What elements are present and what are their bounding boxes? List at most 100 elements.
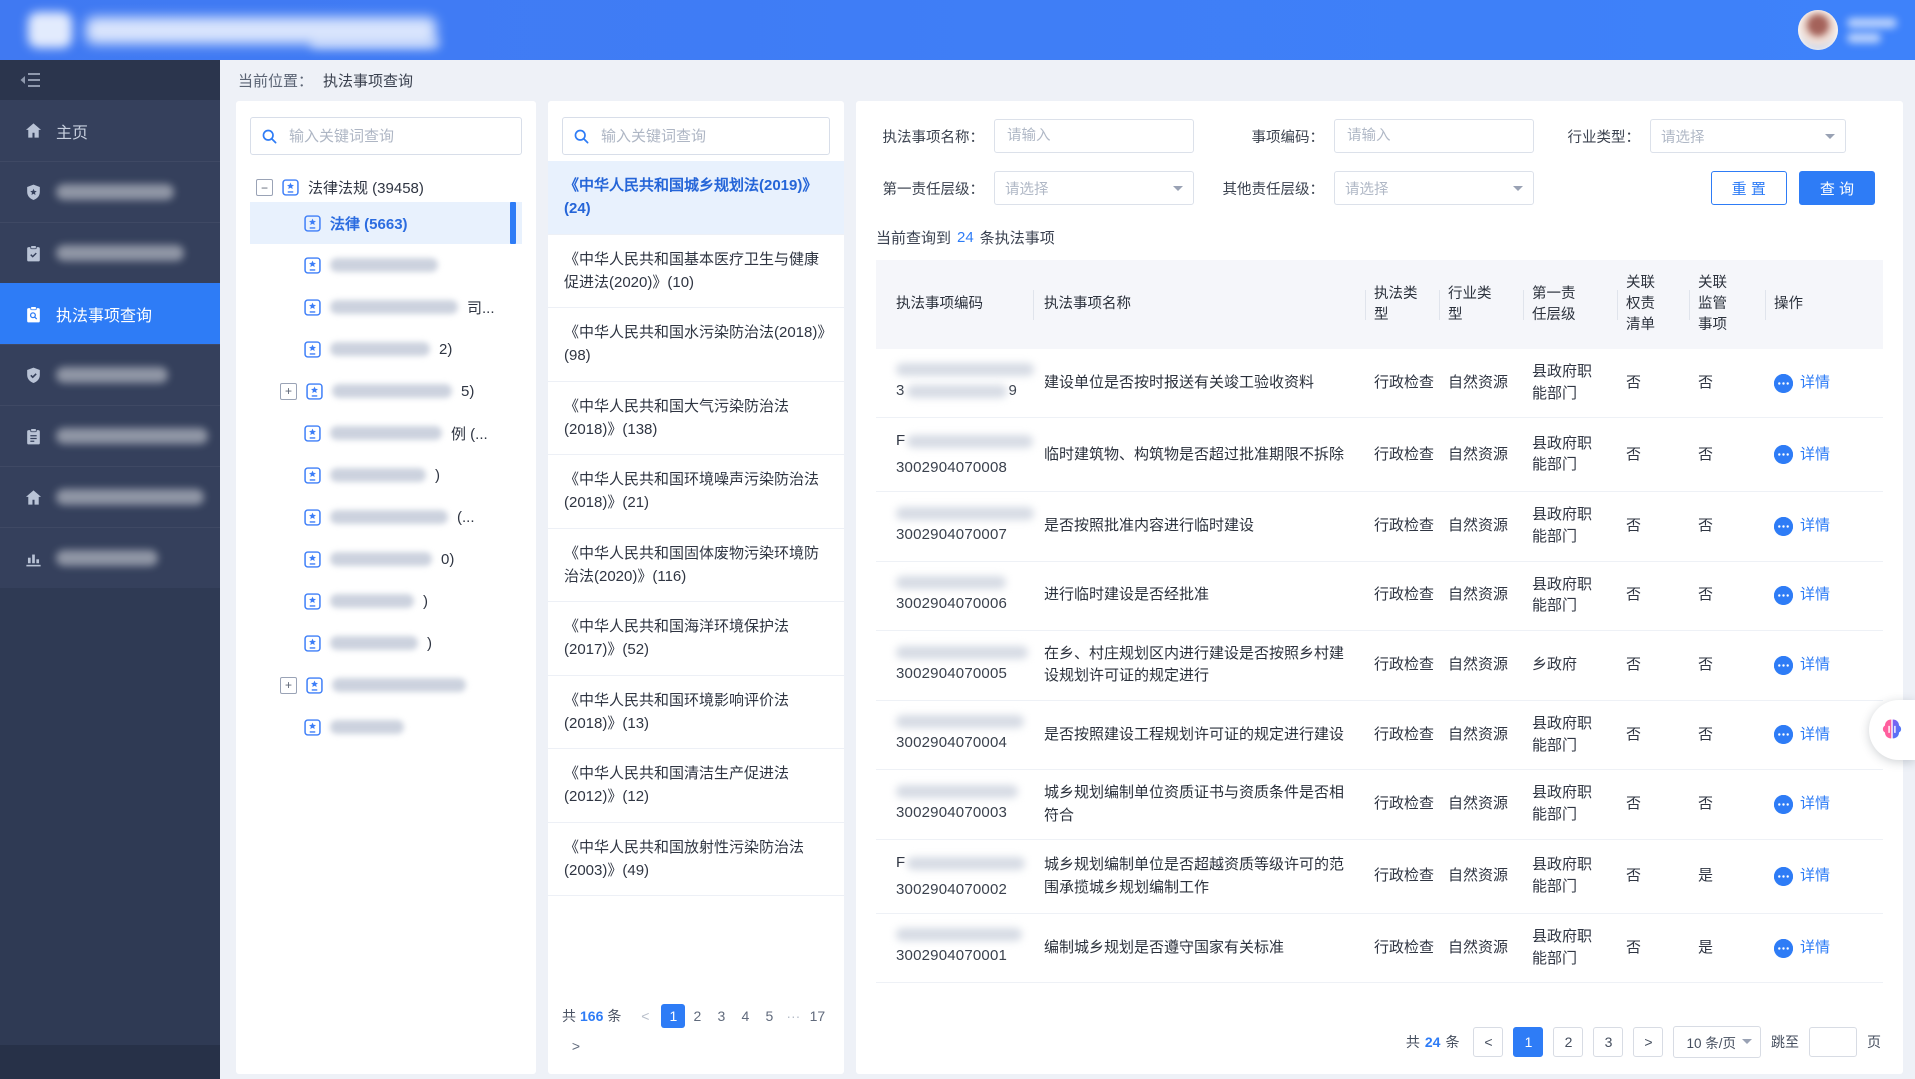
law-list-pagination: 共166条 < 12345···17 > [548,992,844,1074]
more-icon[interactable] [1774,795,1793,814]
industry-type-cell: 自然资源 [1440,937,1524,960]
duty-list-cell: 否 [1618,865,1690,888]
prev-page-icon[interactable]: < [1473,1027,1503,1057]
sidebar-item-blurred-6[interactable] [0,466,220,527]
sidebar-item-主页[interactable]: 主页 [0,100,220,161]
jump-page-input[interactable] [1809,1027,1857,1057]
item-name-input[interactable] [1005,127,1183,145]
next-page-icon[interactable]: > [1633,1027,1663,1057]
collapse-node-icon[interactable]: − [256,179,273,196]
search-icon [261,128,278,145]
enforce-type-cell: 行政检查 [1366,515,1440,538]
blurred-tree-label [330,552,432,566]
tree-node-blurred-4[interactable]: +5) [250,370,522,412]
page-number-3[interactable]: 3 [709,1004,733,1028]
detail-link[interactable]: 详情 [1800,937,1830,960]
law-list-item[interactable]: 《中华人民共和国环境噪声污染防治法(2018)》(21) [548,455,844,529]
more-icon[interactable] [1774,939,1793,958]
sidebar-item-blurred-1[interactable] [0,161,220,222]
expand-node-icon[interactable]: + [280,383,297,400]
sidebar-filler [0,588,220,1045]
sidebar-item-blurred-2[interactable] [0,222,220,283]
law-list-item[interactable]: 《中华人民共和国城乡规划法(2019)》(24) [548,161,844,235]
law-list-item[interactable]: 《中华人民共和国基本医疗卫生与健康促进法(2020)》(10) [548,235,844,309]
tree-node-blurred-10[interactable]: ) [250,622,522,664]
industry-type-select[interactable]: 请选择 [1650,119,1846,153]
sidebar-item-执法事项查询[interactable]: 执法事项查询 [0,283,220,344]
page-number-2[interactable]: 2 [1553,1027,1583,1057]
law-list-item[interactable]: 《中华人民共和国海洋环境保护法(2017)》(52) [548,602,844,676]
more-icon[interactable] [1774,725,1793,744]
detail-link[interactable]: 详情 [1800,444,1830,467]
blurred-tree-label [330,636,418,650]
sidebar-item-blurred-5[interactable] [0,405,220,466]
sidebar-item-blurred-7[interactable] [0,527,220,588]
tree-node-blurred-9[interactable]: ) [250,580,522,622]
law-badge-icon [304,635,321,652]
detail-link[interactable]: 详情 [1800,793,1830,816]
law-list-item[interactable]: 《中华人民共和国固体废物污染环境防治法(2020)》(116) [548,529,844,603]
tree-node-blurred-5[interactable]: 例 (... [250,412,522,454]
first-level-cell: 县政府职能部门 [1524,782,1618,826]
page-size-select[interactable]: 10 条/页 [1673,1026,1761,1058]
item-code-input[interactable] [1345,127,1523,145]
detail-link[interactable]: 详情 [1800,865,1830,888]
detail-link[interactable]: 详情 [1800,654,1830,677]
tree-root-node[interactable]: − 法律法规 (39458) [256,177,520,198]
more-icon[interactable] [1774,656,1793,675]
law-list-item[interactable]: 《中华人民共和国放射性污染防治法(2003)》(49) [548,823,844,897]
more-icon[interactable] [1774,586,1793,605]
code-cell: 3002904070007 [876,507,1034,547]
more-icon[interactable] [1774,517,1793,536]
detail-link[interactable]: 详情 [1800,372,1830,395]
tree-node-blurred-11[interactable]: + [250,664,522,706]
first-level-select[interactable]: 请选择 [994,171,1194,205]
tree-node-blurred-3[interactable]: 2) [250,328,522,370]
law-list-item[interactable]: 《中华人民共和国大气污染防治法(2018)》(138) [548,382,844,456]
blurred-menu-label [56,550,158,566]
page-number-4[interactable]: 4 [733,1004,757,1028]
page-number-2[interactable]: 2 [685,1004,709,1028]
more-icon[interactable] [1774,445,1793,464]
law-total-suffix: 条 [607,1006,621,1026]
law-title: 《中华人民共和国大气污染防治法(2018)》(138) [564,398,789,438]
table-total-suffix: 条 [1445,1032,1459,1052]
tree-node-blurred-1[interactable] [250,244,522,286]
law-list-item[interactable]: 《中华人民共和国清洁生产促进法(2012)》(12) [548,749,844,823]
law-list-item[interactable]: 《中华人民共和国水污染防治法(2018)》(98) [548,308,844,382]
other-level-select[interactable]: 请选择 [1334,171,1534,205]
reset-button[interactable]: 重 置 [1711,171,1787,205]
tree-node-blurred-12[interactable] [250,706,522,748]
law-search-input[interactable] [599,127,819,146]
next-page-icon[interactable]: > [564,1034,588,1058]
home-icon [23,121,43,140]
expand-node-icon[interactable]: + [280,677,297,694]
clipboard-check-icon [23,244,43,263]
tree-node-blurred-6[interactable]: ) [250,454,522,496]
page-number-5[interactable]: 5 [757,1004,781,1028]
blurred-code [907,385,1007,398]
law-items: 《中华人民共和国城乡规划法(2019)》(24)《中华人民共和国基本医疗卫生与健… [548,161,844,992]
detail-link[interactable]: 详情 [1800,515,1830,538]
page-number-3[interactable]: 3 [1593,1027,1623,1057]
tree-node-blurred-7[interactable]: (... [250,496,522,538]
page-number-17[interactable]: 17 [805,1004,829,1028]
page-number-1[interactable]: 1 [1513,1027,1543,1057]
detail-link[interactable]: 详情 [1800,584,1830,607]
tree-node-法律 (5663)[interactable]: 法律 (5663) [250,202,522,244]
collapse-sidebar-icon[interactable] [20,72,41,88]
prev-page-icon[interactable]: < [633,1004,657,1028]
tree-search-input[interactable] [287,127,511,146]
sidebar-item-blurred-4[interactable] [0,344,220,405]
tree-node-blurred-2[interactable]: 司... [250,286,522,328]
tree-label-fragment: 司... [467,297,495,318]
page-number-1[interactable]: 1 [661,1004,685,1028]
supervision-cell: 否 [1690,654,1766,677]
more-icon[interactable] [1774,867,1793,886]
detail-link[interactable]: 详情 [1800,724,1830,747]
law-list-item[interactable]: 《中华人民共和国环境影响评价法(2018)》(13) [548,676,844,750]
search-button[interactable]: 查 询 [1799,171,1875,205]
avatar[interactable] [1798,10,1838,50]
tree-node-blurred-8[interactable]: 0) [250,538,522,580]
more-icon[interactable] [1774,374,1793,393]
